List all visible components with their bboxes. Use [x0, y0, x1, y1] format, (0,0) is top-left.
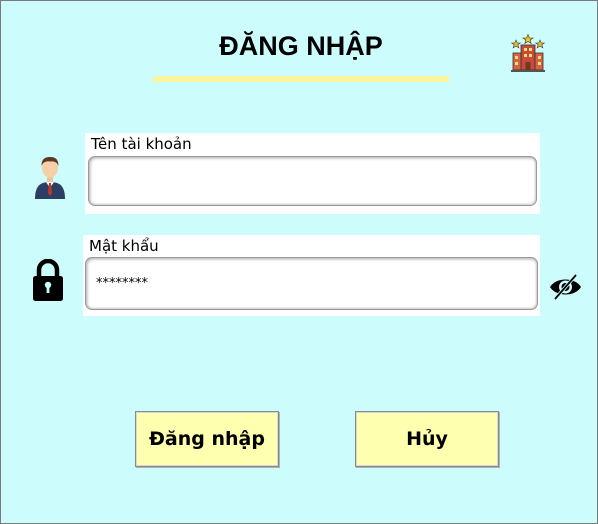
title-underline [153, 76, 449, 82]
password-input[interactable] [85, 257, 538, 310]
page-title: ĐĂNG NHẬP [219, 31, 383, 61]
cancel-button[interactable]: Hủy [355, 411, 499, 467]
login-button[interactable]: Đăng nhập [135, 411, 279, 467]
user-icon [35, 157, 65, 199]
password-field-box: Mật khẩu [83, 235, 540, 316]
password-label: Mật khẩu [89, 237, 159, 255]
lock-icon [33, 259, 63, 301]
eye-slash-icon[interactable] [549, 272, 582, 302]
login-window: ĐĂNG NHẬP Tên tài khoản Mật khẩu *******… [0, 0, 598, 524]
hotel-icon [510, 34, 546, 72]
username-label: Tên tài khoản [91, 135, 192, 153]
username-field-box: Tên tài khoản [85, 133, 540, 214]
username-input[interactable] [88, 156, 537, 206]
